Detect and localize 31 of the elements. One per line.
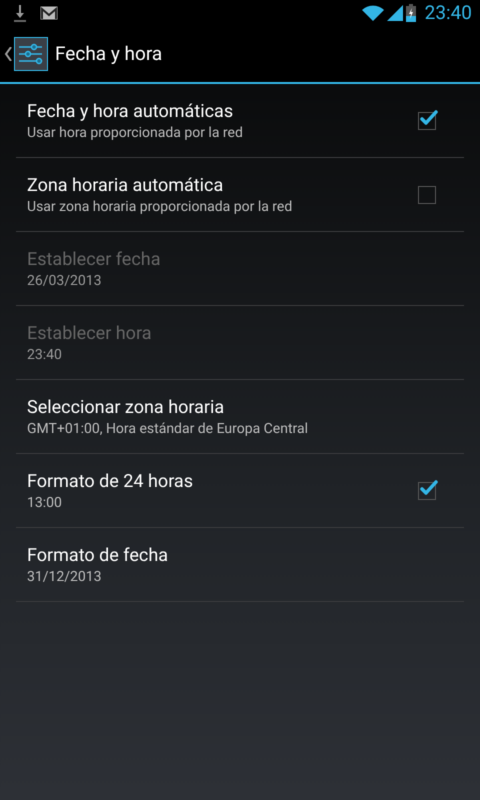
clock: 23:40 bbox=[424, 1, 472, 24]
checkbox[interactable] bbox=[418, 482, 436, 500]
settings-icon[interactable] bbox=[14, 36, 48, 70]
preference-title: Seleccionar zona horaria bbox=[27, 396, 226, 418]
preference-title: Formato de 24 horas bbox=[27, 470, 194, 492]
screen-title: Fecha y hora bbox=[55, 42, 162, 65]
back-caret-icon[interactable] bbox=[4, 46, 12, 60]
preference-title: Zona horaria automática bbox=[27, 174, 224, 196]
checkbox[interactable] bbox=[418, 112, 436, 130]
preference-summary: 13:00 bbox=[27, 494, 63, 510]
preference-summary: 31/12/2013 bbox=[27, 568, 102, 584]
signal-icon bbox=[386, 4, 403, 20]
checkbox[interactable] bbox=[418, 186, 436, 204]
preference-row[interactable]: Formato de fecha 31/12/2013 bbox=[16, 528, 464, 602]
preference-summary: 23:40 bbox=[27, 346, 63, 362]
preference-summary: Usar zona horaria proporcionada por la red bbox=[27, 198, 294, 214]
battery-icon bbox=[406, 4, 416, 22]
preference-title: Establecer hora bbox=[27, 322, 152, 344]
preference-row[interactable]: Fecha y hora automáticas Usar hora proporcionada por la red bbox=[16, 84, 464, 158]
preference-summary: Usar hora proporcionada por la red bbox=[27, 124, 244, 140]
preference-row[interactable]: Formato de 24 horas 13:00 bbox=[16, 454, 464, 528]
preference-title: Establecer fecha bbox=[27, 248, 162, 270]
download-icon bbox=[14, 4, 26, 22]
preference-title: Formato de fecha bbox=[27, 544, 170, 566]
preference-row[interactable]: Seleccionar zona horaria GMT+01:00, Hora estándar de Europa Central bbox=[16, 380, 464, 454]
preference-summary: 26/03/2013 bbox=[27, 272, 102, 288]
mail-icon bbox=[40, 6, 58, 20]
wifi-icon bbox=[362, 4, 384, 20]
preference-summary: GMT+01:00, Hora estándar de Europa Central bbox=[27, 420, 310, 436]
preference-row[interactable]: Zona horaria automática Usar zona horaria proporcionada por la red bbox=[16, 158, 464, 232]
preference-title: Fecha y hora automáticas bbox=[27, 100, 234, 122]
